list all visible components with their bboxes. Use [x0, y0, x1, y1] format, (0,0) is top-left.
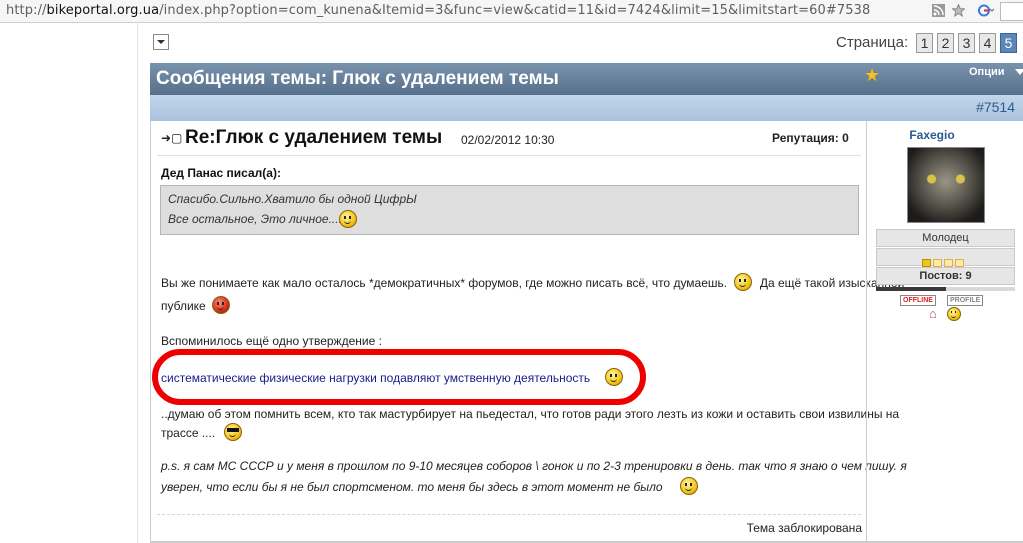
collapse-dropdown-icon[interactable]	[153, 34, 169, 50]
url-text[interactable]: http://bikeportal.org.ua/index.php?optio…	[6, 3, 870, 18]
url-domain: bikeportal.org.ua	[46, 3, 160, 18]
search-box-edge[interactable]	[1000, 2, 1023, 21]
smiley-icon	[734, 273, 753, 291]
topic-title: Сообщения темы: Глюк с удалением темы	[156, 68, 559, 89]
top-navigation: Страница: 1 2 3 4 5	[150, 30, 1023, 60]
profile-button[interactable]: PROFILE	[947, 295, 984, 306]
offline-status-badge: OFFLINE	[900, 295, 936, 306]
post-subject: Re:Глюк с удалением темы	[185, 127, 443, 148]
paragraph-4-line-1: p.s. я сам МС СССР и у меня в прошлом по…	[161, 459, 907, 473]
author-rank: Молодец	[876, 229, 1015, 247]
paragraph-1-line-2-text: публике	[161, 299, 206, 314]
home-icon[interactable]: ⌂	[929, 306, 937, 321]
bookmark-star-icon[interactable]	[952, 4, 965, 17]
smiley-icon[interactable]	[947, 307, 961, 321]
pagination-label: Страница:	[836, 34, 909, 51]
reputation: Репутация: 0	[772, 131, 849, 145]
red-highlight-oval	[152, 349, 646, 405]
post-count: Постов: 9	[876, 267, 1015, 285]
rank-star-icon	[955, 259, 964, 267]
divider	[157, 514, 861, 515]
paragraph-4-line-2: уверен, что если бы я не был спортсменом…	[161, 477, 698, 497]
page-link-1[interactable]: 1	[916, 33, 933, 53]
paragraph-1-text: Вы же понимаете как мало осталось *демок…	[161, 276, 728, 291]
topic-locked-text: Тема заблокирована	[746, 521, 862, 535]
rank-star-icon	[944, 259, 953, 267]
paragraph-4-line-2-text: уверен, что если бы я не был спортсменом…	[161, 480, 663, 495]
page-left-border	[137, 22, 138, 543]
paragraph-2: Вспоминилось ещё одно утверждение :	[161, 334, 382, 348]
page-current-5[interactable]: 5	[1000, 33, 1017, 53]
author-name[interactable]: Faxegio	[867, 128, 997, 142]
address-bar[interactable]: http://bikeportal.org.ua/index.php?optio…	[0, 0, 1023, 23]
post-body: ➜▢ Re:Глюк с удалением темы 02/02/2012 1…	[150, 121, 907, 541]
favorite-star-icon[interactable]: ★	[864, 65, 880, 86]
post-anchor-link[interactable]: #7514	[976, 99, 1015, 115]
post-date: 02/02/2012 10:30	[461, 133, 555, 147]
rank-progress-bar	[876, 287, 1015, 291]
sad-smiley-icon	[679, 477, 698, 495]
paragraph-1-line-1: Вы же понимаете как мало осталось *демок…	[161, 273, 904, 293]
paragraph-3-line-2-text: трассе ....	[161, 426, 216, 441]
tomato-smiley-icon	[212, 296, 231, 314]
smiley-icon	[339, 210, 357, 228]
rank-star-icon	[922, 259, 931, 267]
paragraph-3-line-2: трассе ....	[161, 423, 242, 443]
author-sidebar: Faxegio Молодец Постов: 9 OFFLINE PROFIL…	[866, 121, 1023, 541]
page-link-4[interactable]: 4	[979, 33, 996, 53]
url-prefix: http://	[6, 3, 47, 18]
url-path: /index.php?option=com_kunena&Itemid=3&fu…	[159, 3, 871, 18]
google-search-icon[interactable]	[978, 4, 994, 17]
quote-line: Все остальное, Это личное......	[168, 212, 349, 226]
topic-header: Сообщения темы: Глюк с удалением темы ★ …	[150, 63, 1023, 95]
divider	[157, 155, 861, 156]
post-header-bar: #7514	[150, 95, 1023, 121]
post-arrow-icon: ➜▢	[161, 131, 183, 145]
rank-star-icon	[933, 259, 942, 267]
quote-block: Спасибо.Сильно.Хватило бы одной ЦифрЫ Вс…	[160, 185, 859, 235]
paragraph-1-line-2: публике	[161, 296, 231, 316]
options-menu[interactable]: Опции	[969, 66, 1023, 78]
avatar[interactable]	[907, 147, 985, 223]
rss-icon[interactable]	[932, 4, 945, 17]
quote-author: Дед Панас писал(а):	[161, 166, 281, 180]
cool-smiley-icon	[223, 423, 242, 441]
page-link-3[interactable]: 3	[958, 33, 975, 53]
page-link-2[interactable]: 2	[937, 33, 954, 53]
quote-line: Спасибо.Сильно.Хватило бы одной ЦифрЫ	[168, 192, 417, 206]
paragraph-3-line-1: ..думаю об этом помнить всем, кто так ма…	[161, 407, 900, 421]
